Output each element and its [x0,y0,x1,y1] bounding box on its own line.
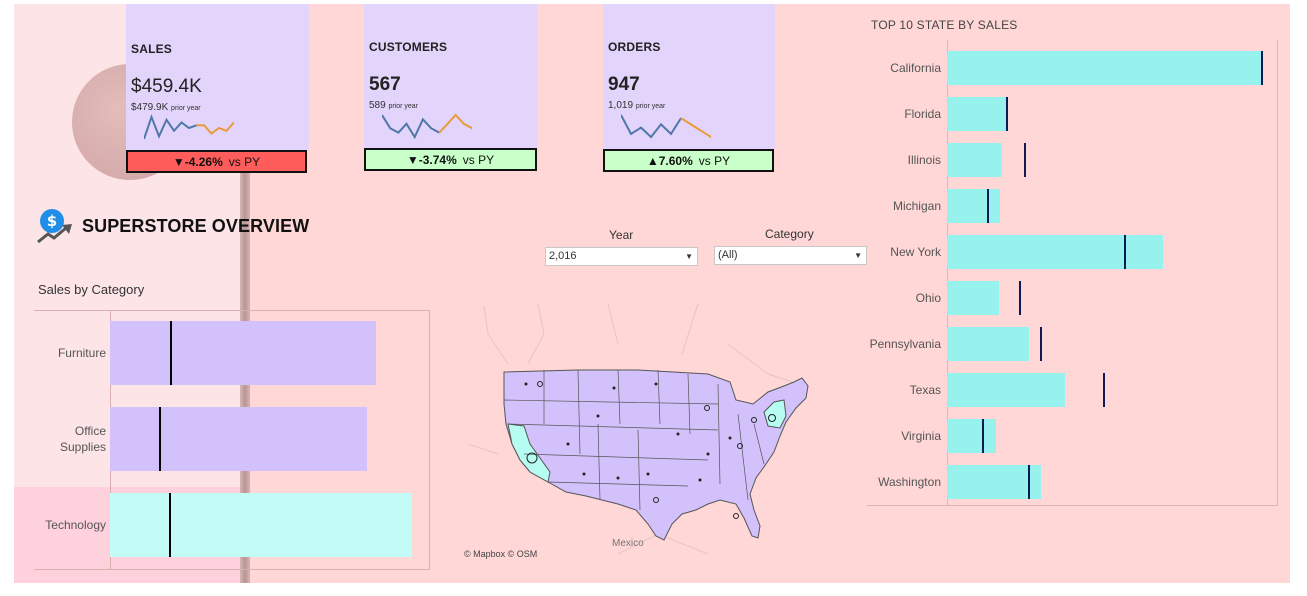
kpi-change-badge-orders: ▲7.60% vs PY [603,149,774,172]
category-filter-dropdown[interactable]: (All) ▼ [714,246,867,265]
dollar-growth-icon: $ [37,209,72,244]
state-prior-year-marker [1028,465,1030,499]
state-bar[interactable] [947,465,1041,499]
kpi-prior: $479.9K prior year [131,102,201,113]
state-prior-year-marker [1124,235,1126,269]
state-label: Pennsylvania [869,337,941,351]
kpi-prior: 589 prior year [369,100,419,111]
kpi-change-badge-sales: ▼-4.26% vs PY [126,150,307,173]
state-prior-year-marker [1024,143,1026,177]
category-prior-year-marker [170,321,172,385]
chevron-down-icon[interactable]: ▼ [685,248,693,265]
state-prior-year-marker [1103,373,1105,407]
state-bar[interactable] [947,419,996,453]
category-filter-label: Category [765,227,814,241]
category-bar[interactable] [110,407,367,471]
state-label: Michigan [892,199,941,213]
state-bar[interactable] [947,189,1000,223]
kpi-card-orders[interactable]: ORDERS 947 1,019 prior year [603,4,775,149]
kpi-title: SALES [131,42,173,56]
kpi-prior: 1,019 prior year [608,100,666,111]
state-bar[interactable] [947,373,1065,407]
year-filter-dropdown[interactable]: 2,016 ▼ [545,247,698,266]
state-prior-year-marker [987,189,989,223]
year-filter-value: 2,016 [549,250,577,262]
sparkline-chart [144,114,234,140]
state-prior-year-marker [1006,97,1008,131]
category-prior-year-marker [159,407,161,471]
state-label: Texas [909,383,941,397]
category-filter-value: (All) [718,249,738,261]
state-bar[interactable] [947,51,1263,85]
state-bar[interactable] [947,97,1007,131]
category-bar[interactable] [110,321,376,385]
kpi-value: $459.4K [131,76,202,97]
sparkline-chart [621,114,711,139]
sales-by-category-title: Sales by Category [38,282,145,297]
state-label: New York [890,245,941,259]
state-label: Illinois [907,153,941,167]
kpi-value: 567 [369,74,401,95]
state-label: Ohio [915,291,941,305]
map-label-mexico: Mexico [612,538,644,549]
state-prior-year-marker [982,419,984,453]
state-label: California [890,61,941,75]
state-bar[interactable] [947,143,1002,177]
category-prior-year-marker [169,493,171,557]
state-prior-year-marker [1019,281,1021,315]
sparkline-series-recent [680,117,711,139]
chevron-down-icon[interactable]: ▼ [854,247,862,264]
sparkline-series-current [144,114,197,140]
map-credit[interactable]: © Mapbox © OSM [464,549,537,559]
top-states-title: TOP 10 STATE BY SALES [871,18,1018,32]
kpi-card-sales[interactable]: SALES $459.4K $479.9K prior year [126,4,309,150]
category-label: Office Supplies [59,424,106,454]
dashboard-header: $ SUPERSTORE OVERVIEW [36,208,309,244]
category-bar[interactable] [110,493,412,557]
year-filter-label: Year [609,228,634,242]
kpi-card-customers[interactable]: CUSTOMERS 567 589 prior year [364,4,537,148]
state-prior-year-marker [1261,51,1263,85]
sparkline-chart [382,113,472,140]
kpi-title: CUSTOMERS [369,40,448,54]
sparkline-series-current [621,114,682,139]
state-bar[interactable] [947,235,1163,269]
kpi-value: 947 [608,74,640,95]
sparkline-series-current [382,114,440,140]
state-prior-year-marker [1040,327,1042,361]
state-label: Washington [878,475,941,489]
page-title: SUPERSTORE OVERVIEW [82,215,310,236]
sparkline-series-recent [438,113,472,134]
category-label: Technology [45,518,106,532]
us-sales-map[interactable] [468,304,844,564]
state-bar[interactable] [947,281,999,315]
category-label: Furniture [57,346,106,360]
dashboard-canvas: SALES $459.4K $479.9K prior year ▼-4.26%… [14,4,1290,583]
kpi-title: ORDERS [608,40,661,54]
kpi-change-badge-customers: ▼-3.74% vs PY [364,148,537,171]
state-label: Florida [904,107,941,121]
state-label: Virginia [901,429,941,443]
state-bar[interactable] [947,327,1029,361]
svg-text:$: $ [47,212,57,230]
sparkline-series-recent [196,121,234,135]
